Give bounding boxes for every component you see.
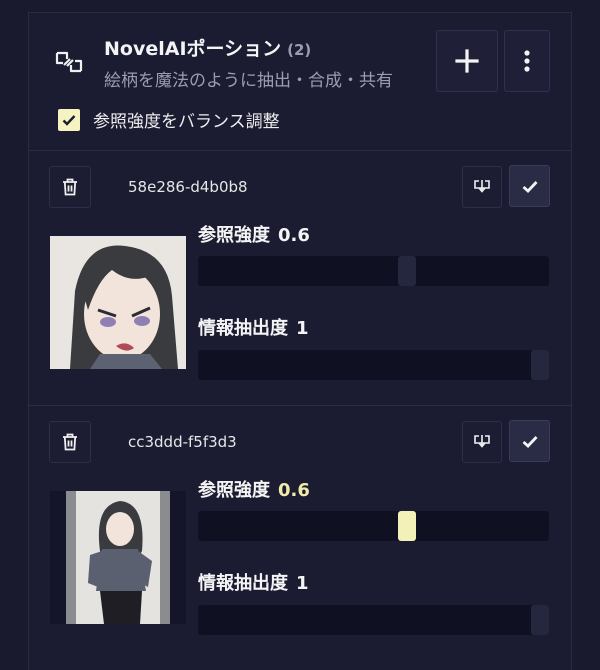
panel-subtitle: 絵柄を魔法のように抽出・合成・共有 <box>104 71 393 91</box>
vibe-card: 58e286-d4b0b8 参照強度 0.6 情報抽出度 1 <box>28 150 572 406</box>
vibe-count: (2) <box>287 41 312 59</box>
info-extraction-value: 1 <box>296 573 309 594</box>
strength-slider-thumb[interactable] <box>398 511 416 541</box>
strength-value: 0.6 <box>278 480 310 501</box>
balance-option[interactable]: 参照強度をバランス調整 <box>58 107 280 132</box>
download-vibe-button[interactable] <box>462 421 502 463</box>
info-extraction-slider-thumb[interactable] <box>531 350 549 380</box>
vibe-thumbnail <box>50 491 186 624</box>
info-extraction-value: 1 <box>296 318 309 339</box>
info-extraction-label: 情報抽出度 1 <box>198 314 309 340</box>
check-icon <box>62 114 76 126</box>
add-vibe-button[interactable] <box>436 30 498 92</box>
check-icon <box>522 180 538 193</box>
vibe-transfer-icon <box>54 47 84 77</box>
confirm-vibe-button[interactable] <box>509 165 550 207</box>
balance-label: 参照強度をバランス調整 <box>93 112 280 132</box>
strength-label-text: 参照強度 <box>198 225 270 246</box>
trash-icon <box>63 178 77 196</box>
vibe-thumbnail <box>50 236 186 369</box>
plus-icon <box>455 49 479 73</box>
more-options-button[interactable] <box>504 30 550 92</box>
more-vertical-icon <box>524 50 530 72</box>
download-vibe-button[interactable] <box>462 166 502 208</box>
download-icon <box>474 180 490 193</box>
panel-title: NovelAIポーション (2) <box>104 34 311 61</box>
strength-slider-thumb[interactable] <box>398 256 416 286</box>
info-extraction-label-text: 情報抽出度 <box>198 318 288 339</box>
confirm-vibe-button[interactable] <box>509 420 550 462</box>
info-extraction-label: 情報抽出度 1 <box>198 569 309 595</box>
trash-icon <box>63 433 77 451</box>
download-icon <box>474 435 490 448</box>
strength-slider[interactable] <box>198 256 549 286</box>
info-extraction-slider[interactable] <box>198 350 549 380</box>
vibe-card: cc3ddd-f5f3d3 参照強度 0.6 情報抽出度 1 <box>28 405 572 661</box>
panel-title-text: NovelAIポーション <box>104 38 282 60</box>
vibe-hash: cc3ddd-f5f3d3 <box>128 433 237 451</box>
balance-checkbox[interactable] <box>58 108 80 131</box>
delete-vibe-button[interactable] <box>49 166 91 208</box>
info-extraction-slider-thumb[interactable] <box>531 605 549 635</box>
strength-label-text: 参照強度 <box>198 480 270 501</box>
vibe-hash: 58e286-d4b0b8 <box>128 178 248 196</box>
info-extraction-slider[interactable] <box>198 605 549 635</box>
check-icon <box>522 435 538 448</box>
strength-label: 参照強度 0.6 <box>198 221 310 247</box>
strength-slider[interactable] <box>198 511 549 541</box>
strength-value: 0.6 <box>278 225 310 246</box>
strength-label: 参照強度 0.6 <box>198 476 310 502</box>
info-extraction-label-text: 情報抽出度 <box>198 573 288 594</box>
delete-vibe-button[interactable] <box>49 421 91 463</box>
